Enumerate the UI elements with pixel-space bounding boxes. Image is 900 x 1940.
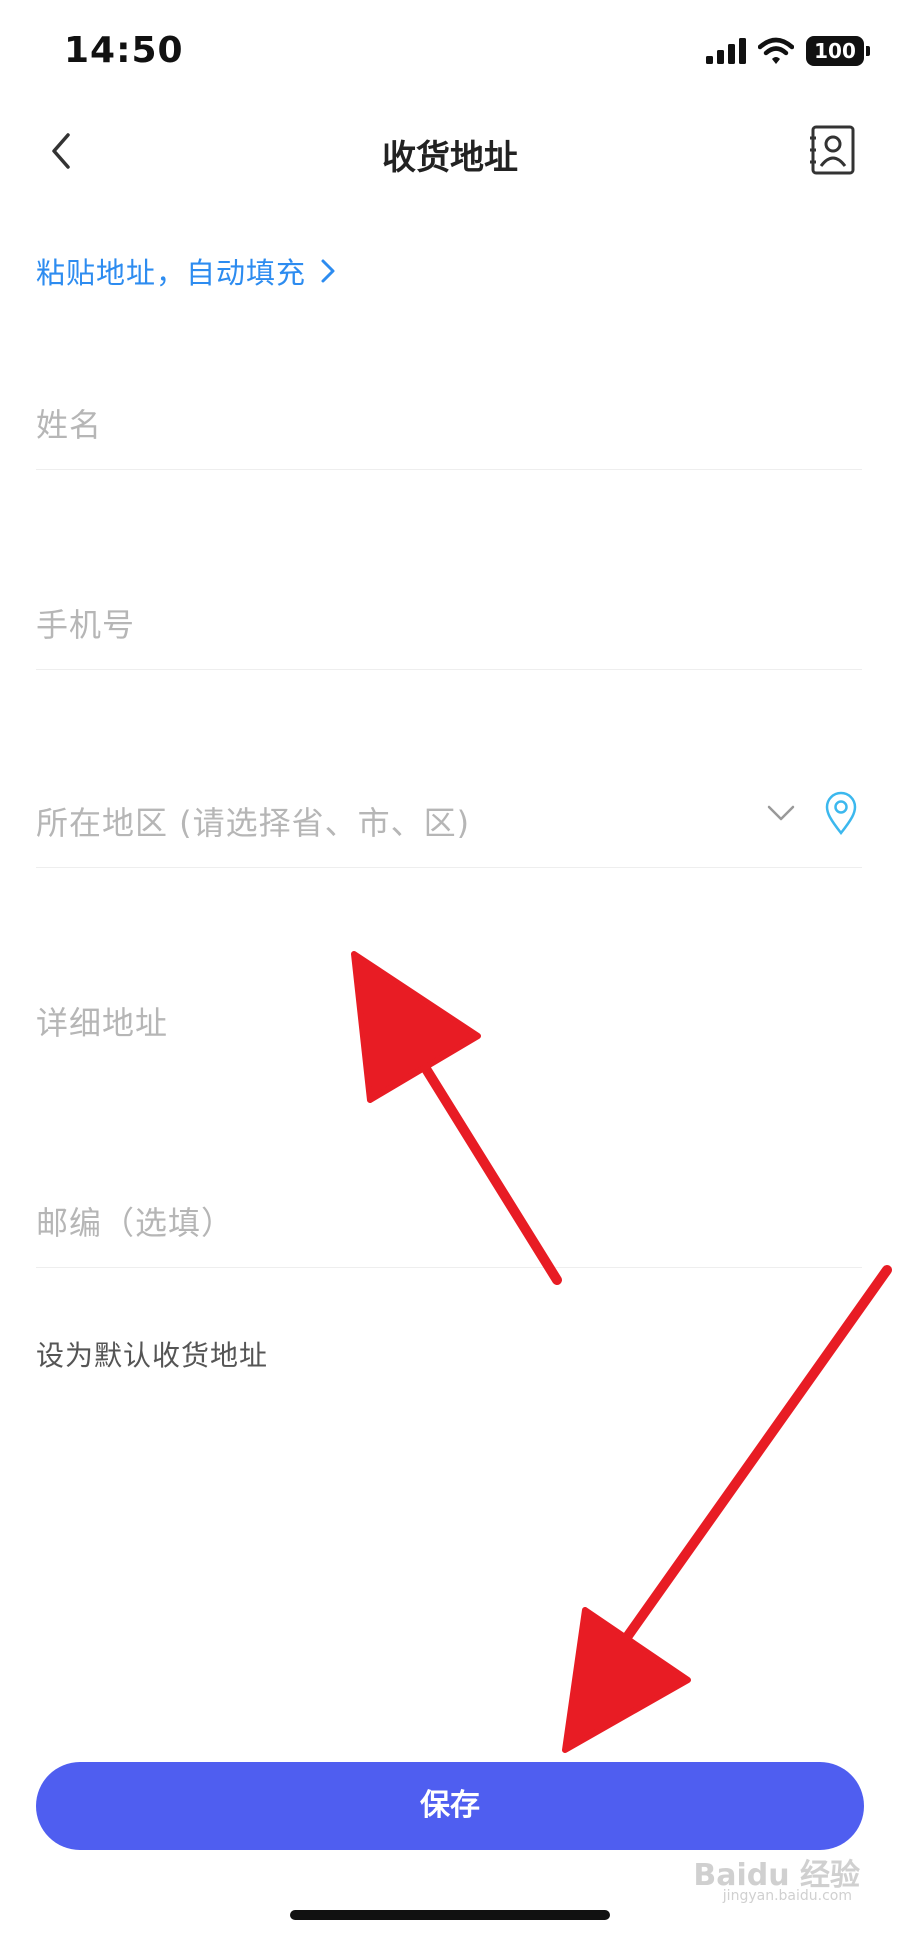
contacts-button[interactable] (808, 124, 858, 176)
paste-address-link[interactable]: 粘贴地址，自动填充 (36, 250, 336, 292)
watermark-site: jingyan.baidu.com (722, 1888, 852, 1904)
paste-address-label: 粘贴地址，自动填充 (36, 256, 307, 290)
status-icons: 100 (706, 36, 870, 66)
location-pin-icon[interactable] (824, 790, 858, 836)
postcode-placeholder: 邮编（选填） (36, 1204, 235, 1242)
home-indicator (290, 1910, 610, 1920)
postcode-field[interactable]: 邮编（选填） (36, 1198, 862, 1268)
phone-placeholder: 手机号 (36, 606, 136, 644)
region-placeholder: 所在地区 (请选择省、市、区) (36, 804, 471, 842)
region-icons (766, 790, 858, 836)
wifi-icon (758, 37, 794, 64)
name-placeholder: 姓名 (36, 406, 103, 444)
name-field[interactable]: 姓名 (36, 400, 862, 470)
nav-bar: 收货地址 (0, 110, 900, 192)
detail-address-field[interactable]: 详细地址 (36, 998, 862, 1068)
signal-icon (706, 38, 746, 64)
save-button[interactable]: 保存 (36, 1762, 864, 1850)
phone-field[interactable]: 手机号 (36, 600, 862, 670)
battery-indicator: 100 (806, 36, 870, 66)
page-title: 收货地址 (382, 138, 518, 178)
annotation-arrow-down (562, 1265, 892, 1753)
chevron-right-icon (321, 259, 335, 283)
chevron-down-icon[interactable] (766, 804, 796, 822)
region-field[interactable]: 所在地区 (请选择省、市、区) (36, 791, 862, 868)
status-bar: 14:50 100 (0, 0, 900, 110)
address-book-icon (810, 125, 855, 175)
status-time: 14:50 (64, 30, 184, 71)
detail-address-placeholder: 详细地址 (36, 1004, 169, 1042)
default-address-label[interactable]: 设为默认收货地址 (36, 1334, 268, 1374)
